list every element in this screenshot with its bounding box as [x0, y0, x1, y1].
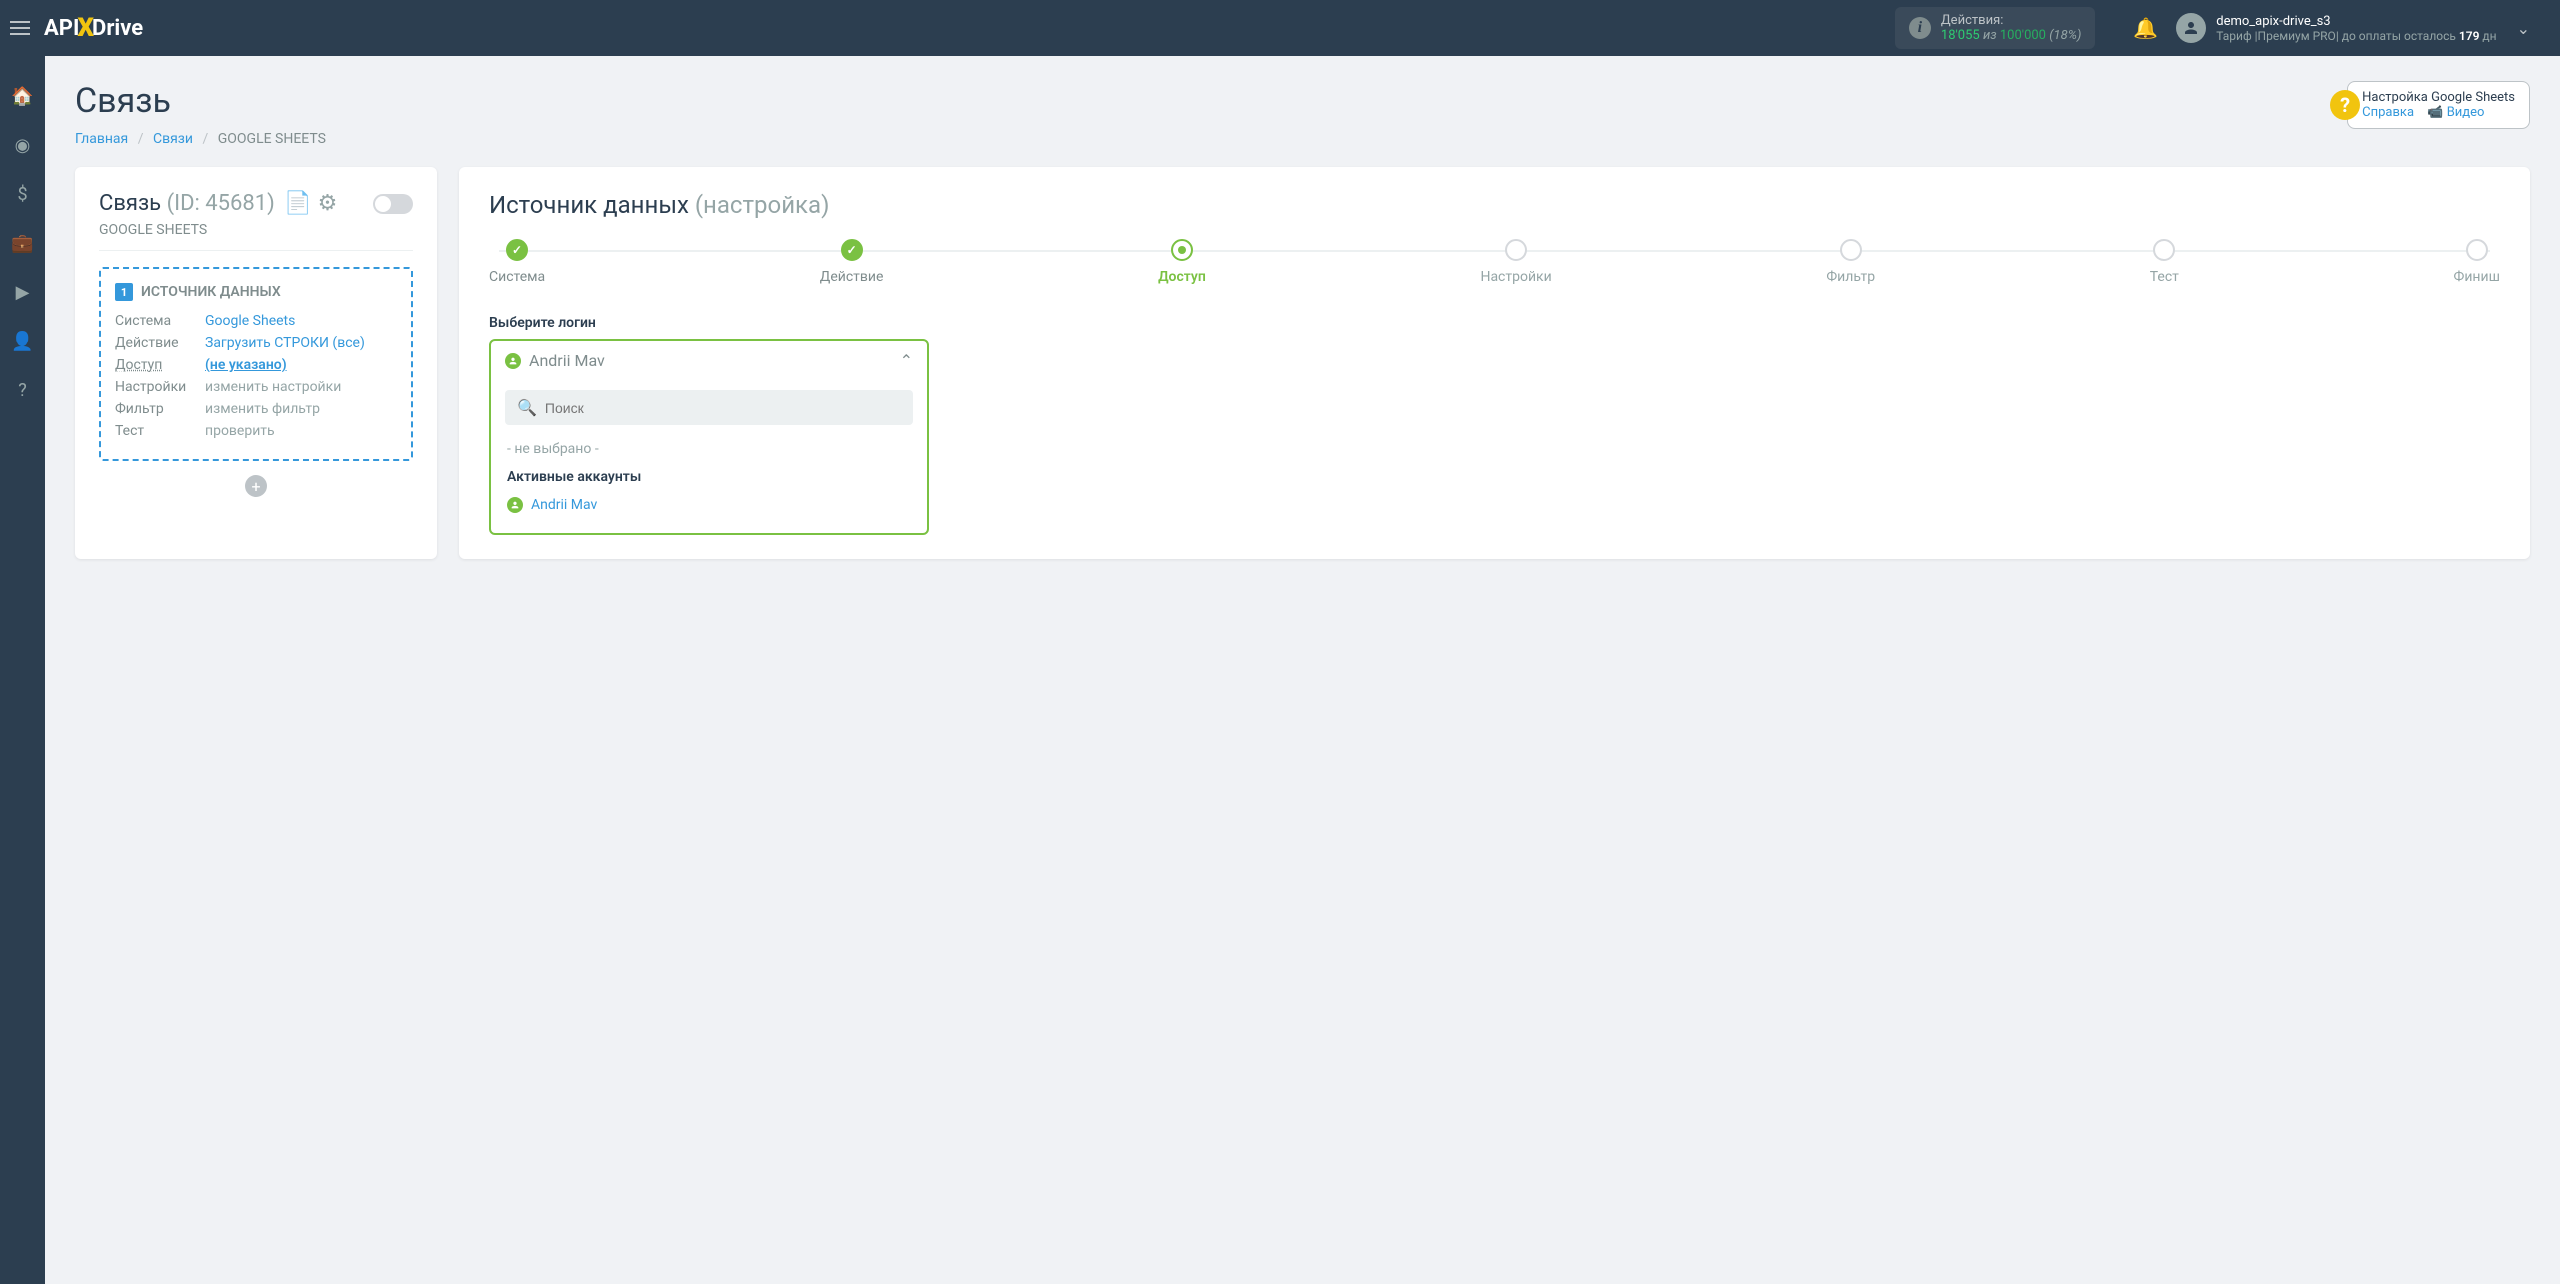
chevron-down-icon[interactable]: ⌄ — [2517, 19, 2530, 38]
row-test-label: Тест — [115, 423, 205, 439]
dropdown-body: 🔍 - не выбрано - Активные аккаунты Andri… — [491, 380, 927, 533]
chevron-up-icon: ⌃ — [900, 351, 913, 370]
user-icon — [507, 497, 523, 513]
main: Связь Главная / Связи / GOOGLE SHEETS ? … — [45, 56, 2560, 584]
step-test[interactable]: Тест — [2150, 239, 2179, 285]
help-reference-link[interactable]: Справка — [2362, 105, 2414, 120]
actions-counter[interactable]: i Действия: 18'055 из 100'000 (18%) — [1895, 7, 2095, 49]
step-settings[interactable]: Настройки — [1480, 239, 1551, 285]
row-action-label: Действие — [115, 335, 205, 351]
login-field-label: Выберите логин — [489, 315, 2500, 331]
actions-of: из — [1983, 28, 1997, 43]
row-settings-value[interactable]: изменить настройки — [205, 379, 341, 395]
add-destination-button[interactable]: + — [245, 475, 267, 497]
user-icon — [505, 353, 521, 369]
source-box: 1 ИСТОЧНИК ДАННЫХ СистемаGoogle Sheets Д… — [99, 267, 413, 461]
conn-title-text: Связь — [99, 191, 161, 216]
billing-icon[interactable]: $ — [17, 184, 27, 205]
search-input[interactable] — [545, 400, 901, 416]
user-name: demo_apix-drive_s3 — [2216, 14, 2496, 29]
briefcase-icon[interactable]: 💼 — [11, 233, 33, 254]
actions-pct: (18%) — [2049, 28, 2081, 43]
logo-text-post: Drive — [92, 16, 143, 41]
row-settings-label: Настройки — [115, 379, 205, 395]
notifications-icon[interactable]: 🔔 — [2133, 16, 2158, 40]
step-access[interactable]: Доступ — [1158, 239, 1206, 285]
dropdown-selected[interactable]: Andrii Mav ⌃ — [491, 341, 927, 380]
option-group-header: Активные аккаунты — [505, 463, 913, 491]
dropdown-search[interactable]: 🔍 — [505, 390, 913, 425]
page-title: Связь — [75, 81, 326, 121]
tariff-label: Тариф |Премиум PRO| до оплаты осталось — [2216, 29, 2459, 43]
stepper: Система Действие Доступ Настройки Фильтр… — [489, 239, 2500, 285]
sidebar: 🏠 ◉ $ 💼 ▶ 👤 ? — [0, 56, 45, 1284]
option-account[interactable]: Andrii Mav — [505, 491, 913, 519]
config-card: Источник данных (настройка) Система Дейс… — [459, 167, 2530, 559]
option-none[interactable]: - не выбрано - — [505, 435, 913, 463]
tariff-unit: дн — [2479, 29, 2496, 43]
row-system-value[interactable]: Google Sheets — [205, 313, 295, 329]
actions-used: 18'055 — [1941, 28, 1980, 43]
connection-toggle[interactable] — [373, 194, 413, 214]
row-filter-value[interactable]: изменить фильтр — [205, 401, 320, 417]
copy-icon[interactable]: 📄 — [284, 191, 311, 216]
home-icon[interactable]: 🏠 — [11, 86, 33, 107]
connection-card: Связь (ID: 45681) 📄 ⚙ GOOGLE SHEETS 1 ИС… — [75, 167, 437, 559]
topbar: API X Drive i Действия: 18'055 из 100'00… — [0, 0, 2560, 56]
step-action[interactable]: Действие — [820, 239, 884, 285]
logo[interactable]: API X Drive — [44, 13, 143, 43]
help-icon[interactable]: ? — [18, 380, 27, 401]
config-title: Источник данных — [489, 191, 689, 219]
search-icon: 🔍 — [517, 398, 537, 417]
info-icon: i — [1909, 17, 1931, 39]
conn-subtitle: GOOGLE SHEETS — [99, 222, 413, 251]
config-subtitle: (настройка) — [695, 191, 830, 219]
help-title: Настройка Google Sheets — [2362, 90, 2515, 105]
crumb-home[interactable]: Главная — [75, 131, 128, 147]
logo-text-pre: API — [44, 16, 79, 41]
row-system-label: Система — [115, 313, 205, 329]
crumb-links[interactable]: Связи — [153, 131, 193, 147]
user-menu[interactable]: demo_apix-drive_s3 Тариф |Премиум PRO| д… — [2176, 13, 2496, 43]
gear-icon[interactable]: ⚙ — [318, 191, 338, 216]
row-filter-label: Фильтр — [115, 401, 205, 417]
step-badge-icon: 1 — [115, 283, 133, 301]
help-circle-icon[interactable]: ? — [2330, 90, 2360, 120]
actions-label: Действия: — [1941, 13, 2081, 28]
tariff-days: 179 — [2459, 29, 2480, 43]
row-test-value[interactable]: проверить — [205, 423, 275, 439]
user-avatar-icon — [2176, 13, 2206, 43]
crumb-current: GOOGLE SHEETS — [218, 131, 326, 147]
row-access-label: Доступ — [115, 357, 205, 373]
breadcrumb: Главная / Связи / GOOGLE SHEETS — [75, 131, 326, 147]
conn-id: (ID: 45681) — [167, 191, 275, 216]
source-box-title: ИСТОЧНИК ДАННЫХ — [141, 284, 281, 300]
step-filter[interactable]: Фильтр — [1826, 239, 1875, 285]
row-action-value[interactable]: Загрузить СТРОКИ (все) — [205, 335, 365, 351]
selected-login: Andrii Mav — [529, 351, 605, 370]
option-account-name: Andrii Mav — [531, 497, 597, 513]
account-icon[interactable]: 👤 — [11, 331, 33, 352]
menu-toggle-icon[interactable] — [10, 16, 34, 40]
login-dropdown[interactable]: Andrii Mav ⌃ 🔍 - не выбрано - Активные а… — [489, 339, 929, 535]
actions-limit: 100'000 — [2000, 28, 2046, 43]
connections-icon[interactable]: ◉ — [15, 135, 31, 156]
help-box: ? Настройка Google Sheets Справка 📹 Виде… — [2347, 81, 2530, 129]
step-finish[interactable]: Финиш — [2454, 239, 2500, 285]
help-video-link[interactable]: Видео — [2447, 105, 2485, 120]
video-icon[interactable]: ▶ — [16, 282, 30, 303]
row-access-value[interactable]: (не указано) — [205, 357, 287, 373]
step-system[interactable]: Система — [489, 239, 545, 285]
